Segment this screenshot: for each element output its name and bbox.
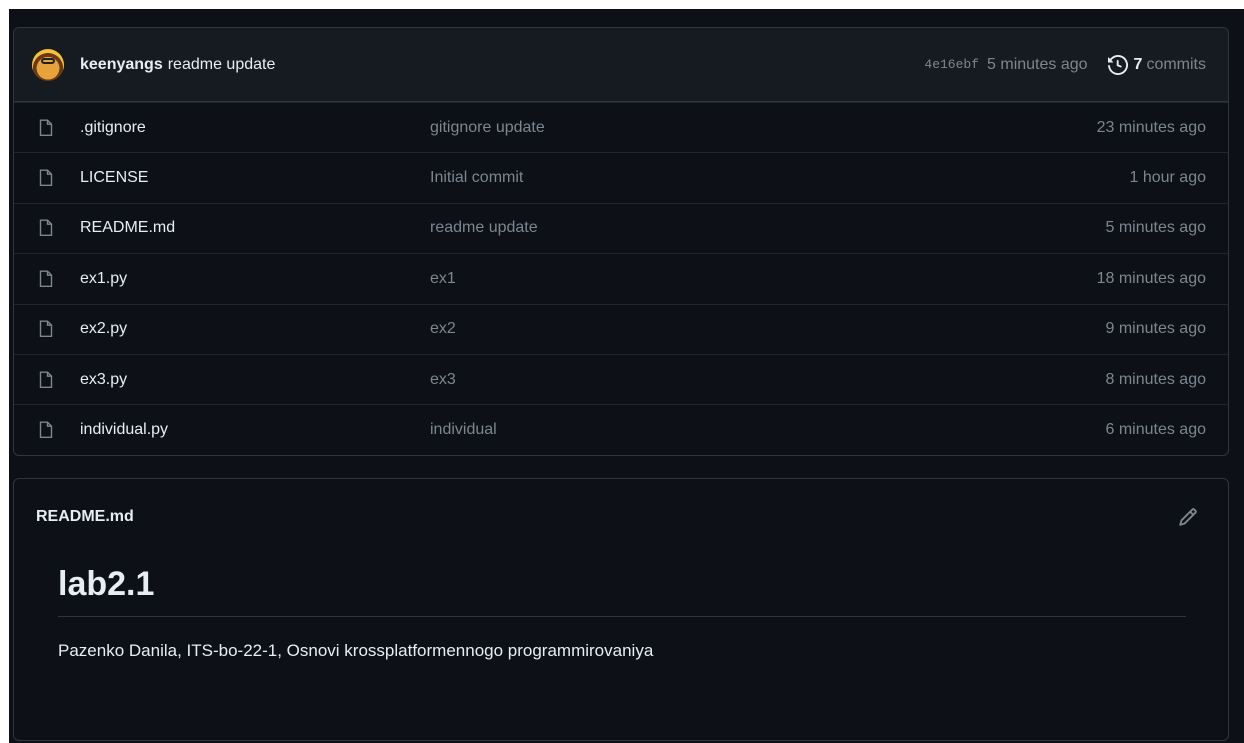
file-name-link[interactable]: ex3.py (80, 371, 430, 389)
file-commit-time: 18 minutes ago (1096, 269, 1206, 287)
commit-message-link[interactable]: readme update (168, 56, 276, 74)
readme-header: README.md (14, 479, 1228, 555)
file-icon (39, 219, 53, 237)
file-commit-message-link[interactable]: individual (430, 421, 1105, 439)
page-edge-top (0, 0, 1244, 9)
page-edge-left (0, 0, 9, 743)
file-commit-time: 1 hour ago (1129, 169, 1206, 187)
file-commit-time: 6 minutes ago (1105, 421, 1206, 439)
file-icon (39, 320, 53, 338)
file-name-link[interactable]: .gitignore (80, 119, 430, 137)
file-row: LICENSE Initial commit 1 hour ago (14, 152, 1228, 202)
file-commit-message-link[interactable]: ex3 (430, 371, 1105, 389)
file-icon (39, 119, 53, 136)
readme-panel: README.md lab2.1 Pazenko Danila, ITS-bo-… (13, 478, 1229, 741)
commits-label[interactable]: commits (1146, 56, 1206, 74)
file-name-link[interactable]: ex2.py (80, 320, 430, 338)
file-row: individual.py individual 6 minutes ago (14, 404, 1228, 454)
file-row: .gitignore gitignore update 23 minutes a… (14, 102, 1228, 152)
file-commit-message-link[interactable]: gitignore update (430, 119, 1097, 137)
file-browser: keenyangs readme update 4e16ebf 5 minute… (13, 27, 1229, 456)
commit-time: 5 minutes ago (987, 55, 1088, 73)
commit-sha-link[interactable]: 4e16ebf (924, 57, 979, 72)
file-commit-message-link[interactable]: Initial commit (430, 169, 1129, 187)
file-commit-time: 9 minutes ago (1105, 320, 1206, 338)
commits-count-link[interactable]: 7 (1134, 56, 1143, 74)
file-name-link[interactable]: ex1.py (80, 270, 430, 288)
readme-heading: lab2.1 (58, 555, 1186, 617)
avatar[interactable] (32, 48, 64, 81)
file-commit-time: 5 minutes ago (1105, 219, 1206, 237)
file-commit-message-link[interactable]: ex1 (430, 270, 1097, 288)
history-icon[interactable] (1107, 54, 1128, 75)
readme-paragraph: Pazenko Danila, ITS-bo-22-1, Osnovi kros… (58, 641, 654, 660)
file-icon (39, 371, 53, 388)
readme-filename-link[interactable]: README.md (36, 508, 1178, 526)
file-row: ex3.py ex3 8 minutes ago (14, 353, 1228, 404)
file-name-link[interactable]: individual.py (80, 421, 430, 439)
readme-content: lab2.1 Pazenko Danila, ITS-bo-22-1, Osno… (14, 555, 1228, 661)
file-commit-time: 23 minutes ago (1096, 118, 1206, 136)
file-commit-time: 8 minutes ago (1105, 370, 1206, 388)
latest-commit-bar: keenyangs readme update 4e16ebf 5 minute… (14, 28, 1228, 102)
file-commit-message-link[interactable]: ex2 (430, 320, 1105, 338)
file-row: README.md readme update 5 minutes ago (14, 202, 1228, 253)
commit-author-link[interactable]: keenyangs (80, 56, 163, 74)
file-name-link[interactable]: README.md (80, 219, 430, 237)
file-name-link[interactable]: LICENSE (80, 169, 430, 187)
file-commit-message-link[interactable]: readme update (430, 219, 1105, 237)
repo-view: keenyangs readme update 4e16ebf 5 minute… (0, 0, 1244, 743)
pencil-icon[interactable] (1178, 507, 1198, 527)
file-row: ex1.py ex1 18 minutes ago (14, 253, 1228, 303)
file-icon (39, 169, 53, 187)
file-icon (39, 270, 53, 287)
file-icon (39, 421, 53, 439)
file-row: ex2.py ex2 9 minutes ago (14, 303, 1228, 354)
